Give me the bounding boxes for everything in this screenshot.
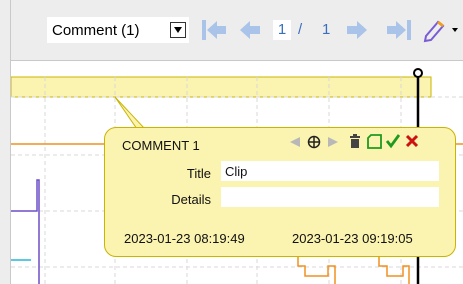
left-panel-border bbox=[0, 0, 11, 284]
next-page-icon[interactable] bbox=[345, 18, 369, 42]
cursor-handle[interactable] bbox=[413, 68, 423, 78]
title-field[interactable] bbox=[221, 161, 439, 181]
comment-band[interactable] bbox=[11, 76, 432, 98]
new-comment-icon[interactable] bbox=[367, 134, 382, 149]
next-comment-icon[interactable] bbox=[327, 136, 339, 148]
comment-select[interactable]: Comment (1) bbox=[47, 17, 189, 43]
last-page-icon[interactable] bbox=[385, 18, 413, 42]
trash-icon[interactable] bbox=[349, 134, 361, 149]
comment-header: COMMENT 1 bbox=[122, 138, 200, 153]
end-timestamp: 2023-01-23 09:19:05 bbox=[292, 231, 413, 246]
comment-callout: COMMENT 1 Title Details 2023-01-23 08:19… bbox=[104, 127, 456, 257]
title-label: Title bbox=[186, 166, 211, 181]
page-separator: / bbox=[298, 21, 303, 38]
comment-select-value: Comment (1) bbox=[52, 21, 140, 39]
details-field[interactable] bbox=[221, 187, 439, 207]
close-icon[interactable] bbox=[405, 134, 419, 148]
previous-comment-icon[interactable] bbox=[289, 136, 301, 148]
total-pages: 1 bbox=[322, 21, 331, 38]
first-page-icon[interactable] bbox=[200, 18, 228, 42]
toolbar: Comment (1) 1 / 1 bbox=[0, 0, 463, 61]
details-label: Details bbox=[171, 192, 211, 207]
current-page-input[interactable]: 1 bbox=[273, 20, 291, 40]
previous-page-icon[interactable] bbox=[238, 18, 262, 42]
move-icon[interactable] bbox=[307, 135, 321, 149]
confirm-icon[interactable] bbox=[385, 133, 401, 149]
callout-pointer bbox=[114, 96, 147, 130]
start-timestamp: 2023-01-23 08:19:49 bbox=[124, 231, 245, 246]
edit-icon[interactable] bbox=[420, 16, 460, 44]
dropdown-arrow-icon[interactable] bbox=[170, 22, 186, 38]
